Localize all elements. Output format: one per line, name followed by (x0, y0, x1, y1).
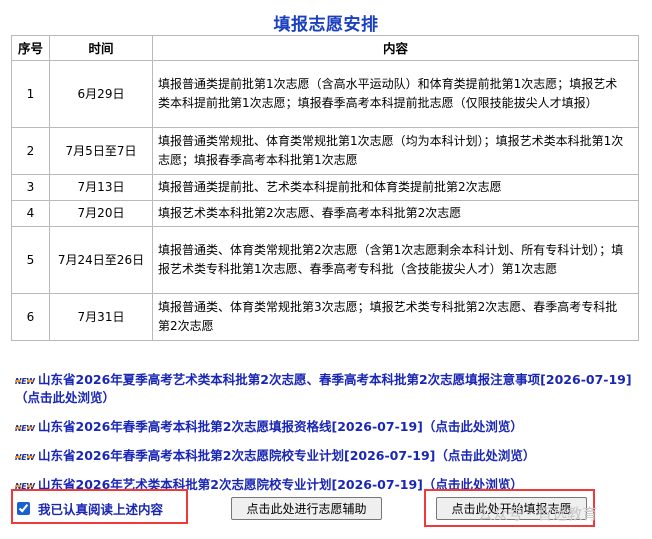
row-content: 填报普通类、体育类常规批第2次志愿（含第1次志愿剩余本科计划、所有专科计划）；填… (152, 226, 639, 294)
row-date: 7月5日至7日 (49, 127, 153, 175)
row-date: 7月20日 (49, 200, 153, 227)
table-row: 6 7月31日 填报普通类、体育类常规批第3次志愿；填报艺术类专科批第2次志愿、… (11, 293, 639, 341)
agree-label: 我已认真阅读上述内容 (38, 502, 164, 517)
row-number: 4 (11, 200, 50, 227)
table-row: 1 6月29日 填报普通类提前批第1次志愿（含高水平运动队）和体育类提前批第1次… (11, 60, 639, 128)
news-list: NEW 山东省2026年夏季高考艺术类本科批第2次志愿、春季高考本科批第2次志愿… (15, 371, 640, 505)
new-badge-icon: NEW (15, 424, 35, 433)
row-number: 1 (11, 60, 50, 128)
row-number: 6 (11, 293, 50, 341)
news-link-text: 山东省2026年夏季高考艺术类本科批第2次志愿、春季高考本科批第2次志愿填报注意… (15, 372, 632, 405)
row-date: 7月31日 (49, 293, 153, 341)
column-header-number: 序号 (11, 35, 50, 61)
row-date: 6月29日 (49, 60, 153, 128)
agree-checkbox[interactable] (17, 502, 30, 515)
assist-button[interactable]: 点击此处进行志愿辅助 (231, 497, 382, 520)
column-header-content: 内容 (152, 35, 639, 61)
table-row: 4 7月20日 填报艺术类本科批第2次志愿、春季高考本科批第2次志愿 (11, 200, 639, 227)
page-title: 填报志愿安排 (273, 15, 379, 35)
table-row: 2 7月5日至7日 填报普通类常规批、体育类常规批第1次志愿（均为本科计划）；填… (11, 127, 639, 175)
table-row: 5 7月24日至26日 填报普通类、体育类常规批第2次志愿（含第1次志愿剩余本科… (11, 226, 639, 294)
news-link[interactable]: NEW 山东省2026年春季高考本科批第2次志愿院校专业计划[2026-07-1… (15, 447, 640, 465)
row-number: 5 (11, 226, 50, 294)
row-content: 填报艺术类本科批第2次志愿、春季高考本科批第2次志愿 (152, 200, 639, 227)
schedule-table: 序号 时间 内容 1 6月29日 填报普通类提前批第1次志愿（含高水平运动队）和… (11, 35, 639, 341)
row-number: 3 (11, 174, 50, 201)
news-link[interactable]: NEW 山东省2026年夏季高考艺术类本科批第2次志愿、春季高考本科批第2次志愿… (15, 371, 640, 407)
row-date: 7月24日至26日 (49, 226, 153, 294)
row-content: 填报普通类提前批第1次志愿（含高水平运动队）和体育类提前批第1次志愿；填报艺术类… (152, 60, 639, 128)
new-badge-icon: NEW (15, 377, 35, 386)
row-content: 填报普通类、体育类常规批第3次志愿；填报艺术类专科批第2次志愿、春季高考专科批第… (152, 293, 639, 341)
row-content: 填报普通类提前批、艺术类本科提前批和体育类提前批第2次志愿 (152, 174, 639, 201)
column-header-date: 时间 (49, 35, 153, 61)
row-date: 7月13日 (49, 174, 153, 201)
row-content: 填报普通类常规批、体育类常规批第1次志愿（均为本科计划）；填报艺术类本科批第1次… (152, 127, 639, 175)
new-badge-icon: NEW (15, 453, 35, 462)
watermark: 公众号 · 智远教育 (478, 505, 598, 523)
news-link-text: 山东省2026年春季高考本科批第2次志愿填报资格线[2026-07-19]（点击… (38, 419, 523, 434)
news-link[interactable]: NEW 山东省2026年春季高考本科批第2次志愿填报资格线[2026-07-19… (15, 418, 640, 436)
table-row: 3 7月13日 填报普通类提前批、艺术类本科提前批和体育类提前批第2次志愿 (11, 174, 639, 201)
news-link-text: 山东省2026年春季高考本科批第2次志愿院校专业计划[2026-07-19]（点… (38, 448, 536, 463)
row-number: 2 (11, 127, 50, 175)
table-header-row: 序号 时间 内容 (11, 35, 639, 61)
agree-checkbox-row[interactable]: 我已认真阅读上述内容 (17, 499, 163, 518)
